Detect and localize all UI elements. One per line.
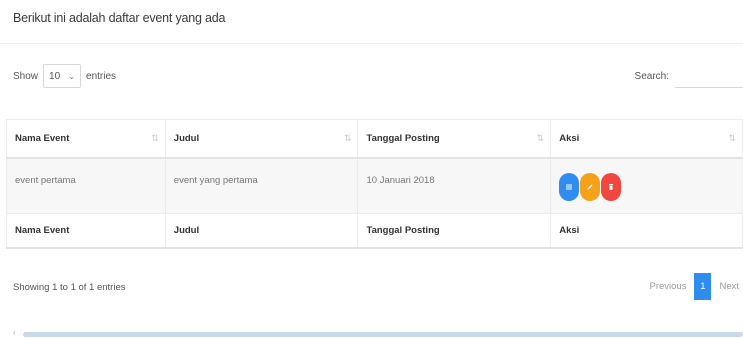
sort-desc-icon: ⇅ — [151, 133, 159, 143]
cell-judul: event yang pertama — [164, 157, 359, 214]
trash-icon — [609, 183, 614, 190]
row-actions — [559, 172, 734, 201]
footer-judul: Judul — [164, 213, 359, 249]
search-input[interactable] — [675, 64, 743, 88]
pagination: Previous 1 Next — [645, 273, 743, 300]
edit-button[interactable] — [580, 172, 601, 201]
list-icon — [566, 184, 573, 189]
search-control: Search: — [635, 62, 743, 90]
column-header-judul[interactable]: Judul ⇅ — [164, 119, 359, 159]
show-label: Show — [13, 70, 39, 82]
table-header-row: Nama Event ⇅ Judul ⇅ Tanggal Posting ⇅ A… — [6, 119, 743, 159]
column-header-tanggal-posting[interactable]: Tanggal Posting ⇅ — [357, 119, 552, 159]
next-page-button[interactable]: Next — [715, 281, 743, 292]
entries-label: entries — [86, 70, 117, 82]
table-info: Showing 1 to 1 of 1 entries — [13, 282, 126, 293]
column-header-label: Nama Event — [15, 132, 70, 144]
table-footer-row: Nama Event Judul Tanggal Posting Aksi — [6, 213, 743, 249]
entries-select-value: 10 — [49, 70, 61, 82]
sort-icon: ⇅ — [536, 133, 545, 143]
scrollbar-thumb[interactable] — [23, 332, 743, 337]
footer-tanggal-posting: Tanggal Posting — [357, 213, 552, 249]
sort-icon: ⇅ — [343, 133, 352, 143]
sort-icon: ⇅ — [728, 133, 736, 143]
column-header-label: Judul — [173, 132, 200, 144]
column-header-label: Tanggal Posting — [366, 132, 440, 144]
previous-page-button[interactable]: Previous — [645, 281, 690, 292]
search-label: Search: — [634, 70, 669, 82]
entries-select[interactable]: 10 ⌄ — [43, 64, 82, 88]
detail-button[interactable] — [559, 172, 580, 201]
divider — [0, 43, 743, 44]
scroll-left-icon[interactable]: ‹ — [13, 328, 16, 337]
page-button-1[interactable]: 1 — [694, 273, 712, 300]
chevron-down-icon: ⌄ — [68, 71, 76, 81]
footer-nama-event: Nama Event — [6, 213, 166, 249]
table-row: event pertama event yang pertama 10 Janu… — [6, 157, 743, 214]
events-table: Nama Event ⇅ Judul ⇅ Tanggal Posting ⇅ A… — [6, 119, 743, 249]
delete-button[interactable] — [601, 172, 622, 201]
cell-aksi — [550, 157, 743, 214]
cell-tanggal-posting: 10 Januari 2018 — [357, 157, 552, 214]
column-header-aksi[interactable]: Aksi ⇅ — [550, 119, 743, 159]
page-heading: Berikut ini adalah daftar event yang ada — [13, 11, 226, 25]
column-header-label: Aksi — [559, 132, 580, 144]
entries-length-control: Show 10 ⌄ entries — [13, 62, 116, 90]
footer-aksi: Aksi — [550, 213, 743, 249]
cell-nama-event: event pertama — [6, 157, 166, 214]
column-header-nama-event[interactable]: Nama Event ⇅ — [6, 119, 166, 159]
horizontal-scrollbar[interactable]: ‹ — [13, 328, 743, 338]
pencil-icon — [587, 184, 593, 189]
